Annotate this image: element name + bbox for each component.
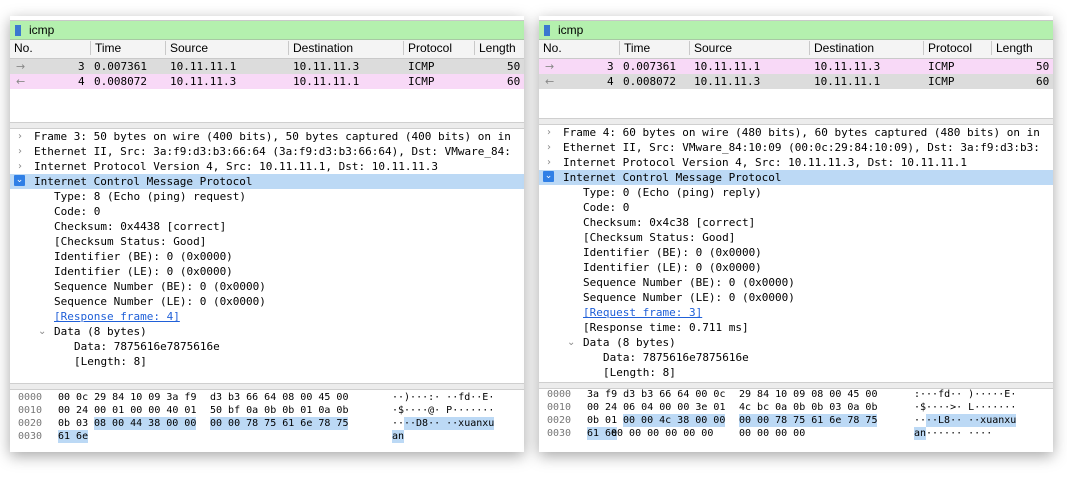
tree-item-data[interactable]: ⌄ Data (8 bytes) bbox=[539, 335, 1053, 350]
column-length[interactable]: Length bbox=[991, 41, 1033, 55]
packet-row[interactable]: ← 4 0.008072 10.11.11.3 10.11.11.1 ICMP … bbox=[10, 74, 524, 89]
hex-row[interactable]: 0020 0b 01 00 00 4c 38 00 00 00 00 78 75… bbox=[539, 414, 1053, 427]
field-checksum[interactable]: Checksum: 0x4438 [correct] bbox=[10, 219, 524, 234]
column-time[interactable]: Time bbox=[90, 41, 121, 55]
column-protocol[interactable]: Protocol bbox=[923, 41, 972, 55]
field-identifier-be[interactable]: Identifier (BE): 0 (0x0000) bbox=[539, 245, 1053, 260]
column-destination[interactable]: Destination bbox=[288, 41, 353, 55]
chevron-down-icon[interactable]: ⌄ bbox=[567, 335, 575, 350]
field-data-length[interactable]: [Length: 8] bbox=[10, 354, 524, 369]
field-sequence-be[interactable]: Sequence Number (BE): 0 (0x0000) bbox=[10, 279, 524, 294]
hex-row[interactable]: 0030 61 6e 00 00 00 00 00 00 00 00 00 00… bbox=[539, 427, 1053, 440]
packet-row[interactable]: → 3 0.007361 10.11.11.1 10.11.11.3 ICMP … bbox=[10, 59, 524, 74]
hex-row[interactable]: 0000 3a f9 d3 b3 66 64 00 0c 29 84 10 09… bbox=[539, 388, 1053, 401]
hex-row[interactable]: 0020 0b 03 08 00 44 38 00 00 00 00 78 75… bbox=[10, 417, 524, 430]
hex-row[interactable]: 0010 00 24 06 04 00 00 3e 01 4c bc 0a 0b… bbox=[539, 401, 1053, 414]
chevron-right-icon[interactable]: › bbox=[547, 155, 551, 170]
tree-item-ip[interactable]: › Internet Protocol Version 4, Src: 10.11… bbox=[10, 159, 524, 174]
tree-item-ethernet[interactable]: › Ethernet II, Src: VMware_84:10:09 (00:0… bbox=[539, 140, 1053, 155]
display-filter-bar[interactable]: icmp bbox=[10, 20, 524, 40]
column-destination[interactable]: Destination bbox=[809, 41, 874, 55]
field-code[interactable]: Code: 0 bbox=[10, 204, 524, 219]
chevron-down-icon[interactable]: ⌄ bbox=[14, 175, 25, 186]
packet-row[interactable]: → 3 0.007361 10.11.11.1 10.11.11.3 ICMP … bbox=[539, 59, 1053, 74]
field-code[interactable]: Code: 0 bbox=[539, 200, 1053, 215]
field-sequence-be[interactable]: Sequence Number (BE): 0 (0x0000) bbox=[539, 275, 1053, 290]
field-identifier-be[interactable]: Identifier (BE): 0 (0x0000) bbox=[10, 249, 524, 264]
packet-list: → 3 0.007361 10.11.11.1 10.11.11.3 ICMP … bbox=[539, 59, 1053, 89]
column-no[interactable]: No. bbox=[14, 41, 33, 55]
field-sequence-le[interactable]: Sequence Number (LE): 0 (0x0000) bbox=[10, 294, 524, 309]
request-arrow-icon: → bbox=[545, 60, 555, 73]
field-identifier-le[interactable]: Identifier (LE): 0 (0x0000) bbox=[539, 260, 1053, 275]
packet-bytes-pane: 0000 00 0c 29 84 10 09 3a f9 d3 b3 66 64… bbox=[10, 391, 524, 443]
column-length[interactable]: Length bbox=[474, 41, 516, 55]
pane-splitter[interactable] bbox=[539, 118, 1053, 125]
tree-item-frame[interactable]: › Frame 4: 60 bytes on wire (480 bits), 6… bbox=[539, 125, 1053, 140]
field-checksum[interactable]: Checksum: 0x4c38 [correct] bbox=[539, 215, 1053, 230]
pane-splitter[interactable] bbox=[10, 383, 524, 390]
tree-item-frame[interactable]: › Frame 3: 50 bytes on wire (400 bits), 5… bbox=[10, 129, 524, 144]
display-filter-bar[interactable]: icmp bbox=[539, 20, 1053, 40]
packet-row[interactable]: ← 4 0.008072 10.11.11.3 10.11.11.1 ICMP … bbox=[539, 74, 1053, 89]
packet-details-pane: › Frame 3: 50 bytes on wire (400 bits), 5… bbox=[10, 129, 524, 369]
chevron-right-icon[interactable]: › bbox=[18, 159, 22, 174]
packet-details-pane: › Frame 4: 60 bytes on wire (480 bits), 6… bbox=[539, 125, 1053, 380]
field-data[interactable]: Data: 7875616e7875616e bbox=[539, 350, 1053, 365]
field-data-length[interactable]: [Length: 8] bbox=[539, 365, 1053, 380]
field-checksum-status[interactable]: [Checksum Status: Good] bbox=[539, 230, 1053, 245]
chevron-right-icon[interactable]: › bbox=[18, 144, 22, 159]
pane-splitter[interactable] bbox=[10, 122, 524, 129]
packet-bytes-pane: 0000 3a f9 d3 b3 66 64 00 0c 29 84 10 09… bbox=[539, 388, 1053, 440]
chevron-right-icon[interactable]: › bbox=[547, 125, 551, 140]
field-identifier-le[interactable]: Identifier (LE): 0 (0x0000) bbox=[10, 264, 524, 279]
bookmark-icon[interactable] bbox=[15, 24, 21, 36]
packet-list-header: No. Time Source Destination Protocol Len… bbox=[10, 40, 524, 59]
filter-text[interactable]: icmp bbox=[558, 23, 583, 37]
column-protocol[interactable]: Protocol bbox=[403, 41, 452, 55]
field-response-time[interactable]: [Response time: 0.711 ms] bbox=[539, 320, 1053, 335]
tree-item-data[interactable]: ⌄ Data (8 bytes) bbox=[10, 324, 524, 339]
column-source[interactable]: Source bbox=[165, 41, 208, 55]
wireshark-window-left: icmp No. Time Source Destination Protoco… bbox=[10, 16, 524, 452]
chevron-down-icon[interactable]: ⌄ bbox=[543, 171, 554, 182]
bookmark-icon[interactable] bbox=[544, 24, 550, 36]
tree-item-icmp[interactable]: ⌄ Internet Control Message Protocol bbox=[539, 170, 1053, 185]
response-frame-link[interactable]: [Response frame: 4] bbox=[10, 309, 524, 324]
column-no[interactable]: No. bbox=[543, 41, 562, 55]
wireshark-window-right: icmp No. Time Source Destination Protoco… bbox=[539, 16, 1053, 452]
hex-row[interactable]: 0010 00 24 00 01 00 00 40 01 50 bf 0a 0b… bbox=[10, 404, 524, 417]
chevron-right-icon[interactable]: › bbox=[547, 140, 551, 155]
tree-item-ethernet[interactable]: › Ethernet II, Src: 3a:f9:d3:b3:66:64 (3a… bbox=[10, 144, 524, 159]
hex-row[interactable]: 0030 61 6e an bbox=[10, 430, 524, 443]
packet-list-header: No. Time Source Destination Protocol Len… bbox=[539, 40, 1053, 59]
field-checksum-status[interactable]: [Checksum Status: Good] bbox=[10, 234, 524, 249]
reply-arrow-icon: ← bbox=[545, 75, 555, 88]
chevron-right-icon[interactable]: › bbox=[18, 129, 22, 144]
field-data[interactable]: Data: 7875616e7875616e bbox=[10, 339, 524, 354]
column-source[interactable]: Source bbox=[689, 41, 732, 55]
packet-list: → 3 0.007361 10.11.11.1 10.11.11.3 ICMP … bbox=[10, 59, 524, 89]
column-time[interactable]: Time bbox=[619, 41, 650, 55]
tree-item-ip[interactable]: › Internet Protocol Version 4, Src: 10.11… bbox=[539, 155, 1053, 170]
filter-text[interactable]: icmp bbox=[29, 23, 54, 37]
field-type[interactable]: Type: 0 (Echo (ping) reply) bbox=[539, 185, 1053, 200]
reply-arrow-icon: ← bbox=[16, 75, 26, 88]
chevron-down-icon[interactable]: ⌄ bbox=[38, 324, 46, 339]
field-sequence-le[interactable]: Sequence Number (LE): 0 (0x0000) bbox=[539, 290, 1053, 305]
tree-item-icmp[interactable]: ⌄ Internet Control Message Protocol bbox=[10, 174, 524, 189]
request-arrow-icon: → bbox=[16, 60, 26, 73]
hex-row[interactable]: 0000 00 0c 29 84 10 09 3a f9 d3 b3 66 64… bbox=[10, 391, 524, 404]
request-frame-link[interactable]: [Request frame: 3] bbox=[539, 305, 1053, 320]
field-type[interactable]: Type: 8 (Echo (ping) request) bbox=[10, 189, 524, 204]
